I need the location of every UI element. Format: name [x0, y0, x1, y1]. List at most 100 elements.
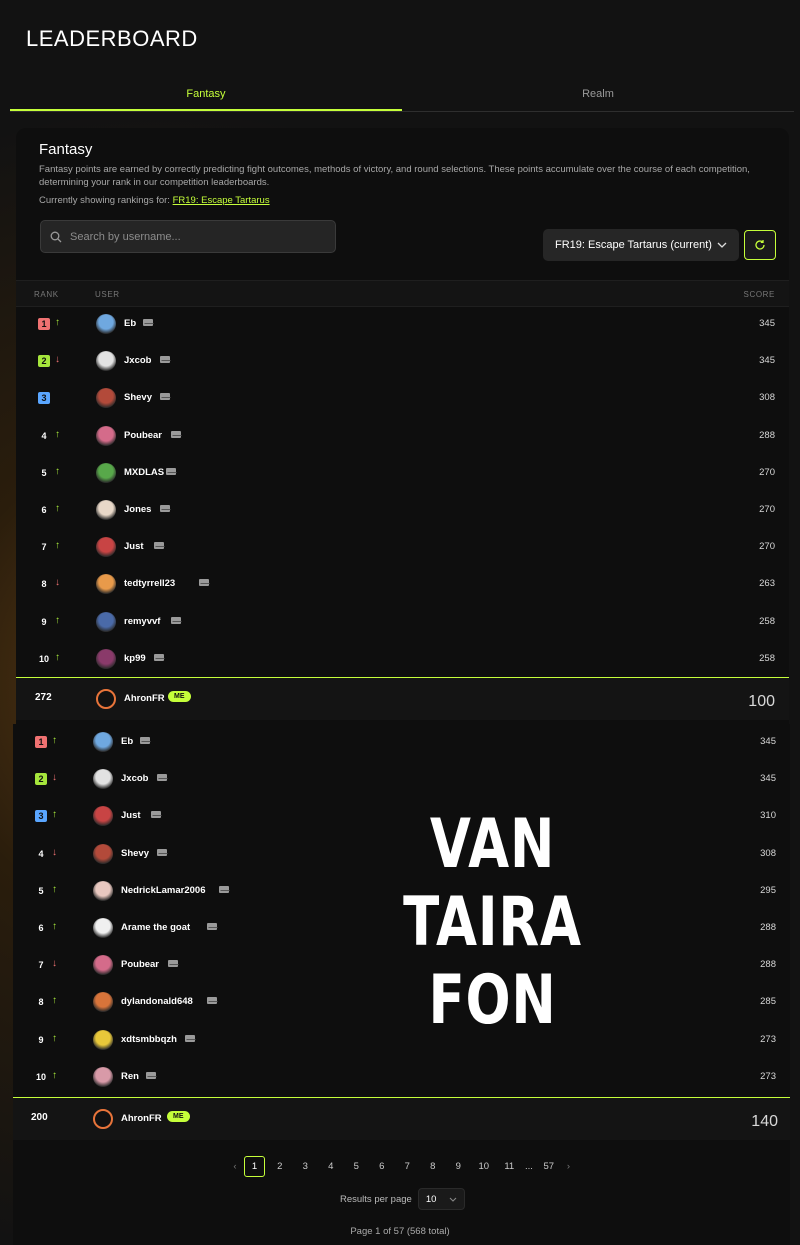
username[interactable]: Shevy: [124, 392, 152, 403]
username[interactable]: Poubear: [121, 959, 159, 970]
page-button[interactable]: 11: [497, 1161, 523, 1172]
mail-icon[interactable]: [165, 467, 177, 475]
username[interactable]: Shevy: [121, 848, 149, 859]
tab-fantasy[interactable]: Fantasy: [10, 80, 402, 111]
score: 270: [759, 503, 775, 515]
mail-icon[interactable]: [154, 542, 166, 550]
username[interactable]: remyvvf: [124, 616, 160, 627]
username[interactable]: Jxcob: [124, 355, 151, 366]
col-rank: RANK: [34, 290, 59, 299]
score: 263: [759, 578, 775, 590]
username[interactable]: Arame the goat: [121, 922, 190, 933]
arrow-down-icon: ↓: [52, 846, 57, 858]
username[interactable]: Jones: [124, 504, 151, 515]
mail-icon[interactable]: [151, 811, 163, 819]
table-row[interactable]: 3 Shevy 308: [16, 380, 789, 417]
page-button[interactable]: 57: [536, 1161, 562, 1172]
mail-icon[interactable]: [140, 737, 152, 744]
username[interactable]: MXDLAS: [124, 467, 164, 478]
username[interactable]: xdtsmbbqzh: [121, 1034, 177, 1045]
search-box[interactable]: [40, 220, 336, 253]
arrow-down-icon: ↓: [52, 772, 57, 784]
mail-icon[interactable]: [160, 504, 171, 512]
table-row[interactable]: 1 ↑ Eb 345: [13, 724, 790, 761]
username[interactable]: dylandonald648: [121, 996, 193, 1007]
username[interactable]: Jxcob: [121, 773, 148, 784]
mail-icon[interactable]: [168, 960, 180, 968]
my-rank-row-top[interactable]: 272 AhronFR ME 100: [16, 677, 789, 720]
table-row[interactable]: 9 ↑ remyvvf 258: [16, 604, 789, 641]
username[interactable]: Ren: [121, 1071, 139, 1082]
arrow-up-icon: ↑: [55, 317, 60, 328]
page-button[interactable]: 6: [369, 1161, 395, 1172]
mail-icon[interactable]: [145, 1071, 157, 1079]
rank-number: 2: [35, 773, 47, 786]
table-row[interactable]: 10 ↑ Ren 273: [13, 1059, 790, 1096]
score: 273: [760, 1033, 776, 1045]
mail-icon[interactable]: [218, 885, 230, 893]
table-row[interactable]: 8 ↓ tedtyrrell23 263: [16, 566, 789, 603]
page-button[interactable]: 9: [446, 1161, 472, 1172]
username[interactable]: Eb: [121, 736, 133, 747]
table-row[interactable]: 2 ↓ Jxcob 345: [16, 343, 789, 380]
mail-icon[interactable]: [143, 319, 155, 326]
username[interactable]: Just: [121, 810, 141, 821]
mail-icon[interactable]: [199, 579, 211, 587]
table-row[interactable]: 10 ↑ kp99 258: [16, 641, 789, 678]
score: 288: [759, 429, 775, 441]
page-button[interactable]: 7: [395, 1161, 421, 1172]
page-button[interactable]: 1: [244, 1156, 265, 1177]
refresh-button[interactable]: [744, 230, 776, 260]
username[interactable]: tedtyrrell23: [124, 578, 175, 589]
competition-select[interactable]: FR19: Escape Tartarus (current): [543, 229, 739, 261]
rank-number: 9: [38, 1034, 44, 1045]
my-rank-row-bottom[interactable]: 200 AhronFR ME 140: [13, 1097, 790, 1140]
mail-icon[interactable]: [171, 616, 183, 624]
score: 288: [760, 921, 776, 933]
username[interactable]: Poubear: [124, 430, 162, 441]
table-row[interactable]: 7 ↑ Just 270: [16, 529, 789, 566]
tab-realm[interactable]: Realm: [402, 80, 794, 111]
mail-icon[interactable]: [154, 653, 166, 661]
username[interactable]: Eb: [124, 318, 136, 329]
competition-link[interactable]: FR19: Escape Tartarus: [173, 195, 270, 206]
showing-rankings-text: Currently showing rankings for: FR19: Es…: [39, 195, 270, 206]
page-button[interactable]: 4: [318, 1161, 344, 1172]
mail-icon[interactable]: [157, 774, 168, 782]
mail-icon[interactable]: [185, 1034, 196, 1042]
overlay-line-1: VAN TAIRA: [403, 805, 582, 962]
arrow-down-icon: ↓: [55, 354, 60, 366]
page-button[interactable]: 3: [293, 1161, 319, 1172]
arrow-up-icon: ↑: [52, 883, 57, 895]
mail-icon[interactable]: [160, 356, 171, 364]
arrow-up-icon: ↑: [55, 465, 60, 477]
results-per-page-select[interactable]: 10: [417, 1188, 465, 1210]
avatar: [96, 314, 116, 334]
table-row[interactable]: 1 ↑ Eb 345: [16, 306, 789, 343]
table-row[interactable]: 2 ↓ Jxcob 345: [13, 761, 790, 798]
table-row[interactable]: 6 ↑ Jones 270: [16, 492, 789, 529]
arrow-up-icon: ↑: [52, 1069, 57, 1081]
col-score: SCORE: [743, 290, 775, 299]
mail-icon[interactable]: [171, 430, 183, 438]
chevron-right-icon[interactable]: ›: [562, 1161, 576, 1172]
mail-icon[interactable]: [157, 848, 168, 856]
arrow-up-icon: ↑: [52, 735, 57, 746]
search-input[interactable]: [70, 230, 320, 243]
mail-icon[interactable]: [207, 997, 219, 1005]
chevron-left-icon[interactable]: ‹: [228, 1161, 242, 1172]
page-button[interactable]: 8: [420, 1161, 446, 1172]
mail-icon[interactable]: [207, 922, 219, 930]
score: 345: [760, 773, 776, 785]
username[interactable]: NedrickLamar2006: [121, 885, 206, 896]
mail-icon[interactable]: [160, 393, 171, 401]
table-row[interactable]: 4 ↑ Poubear 288: [16, 418, 789, 455]
avatar: [96, 499, 116, 520]
page-button[interactable]: 5: [344, 1161, 370, 1172]
table-row[interactable]: 5 ↑ MXDLAS 270: [16, 455, 789, 492]
page-button[interactable]: 2: [267, 1161, 293, 1172]
rank-number: 1: [38, 318, 50, 330]
page-button[interactable]: 10: [471, 1161, 497, 1172]
username[interactable]: Just: [124, 541, 144, 552]
username[interactable]: kp99: [124, 653, 146, 664]
